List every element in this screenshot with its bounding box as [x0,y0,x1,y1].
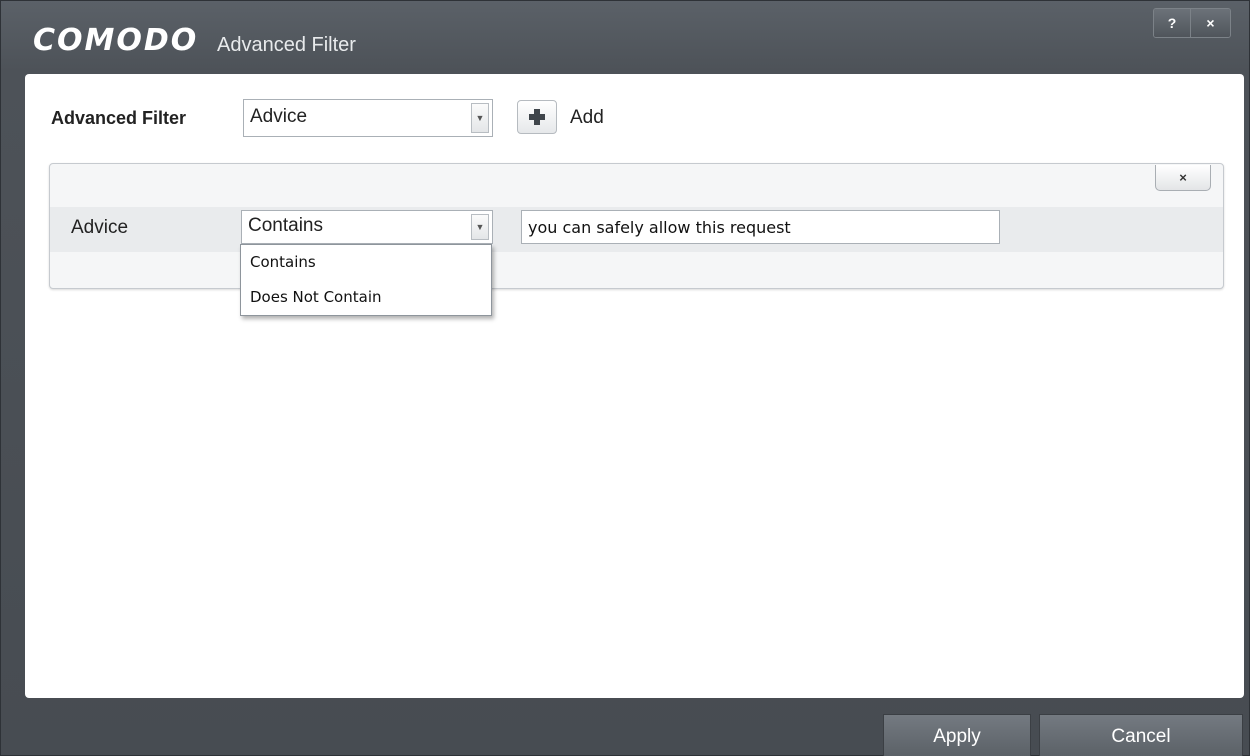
close-window-button[interactable]: × [1190,9,1230,37]
filter-field-value: Advice [250,106,308,127]
add-label[interactable]: Add [570,107,604,129]
chevron-down-icon[interactable]: ▼ [471,103,489,133]
filter-field-select[interactable]: Advice ▼ [243,99,493,137]
plus-icon [529,109,545,125]
cancel-button[interactable]: Cancel [1039,714,1243,756]
operator-select[interactable]: Contains ▼ [241,210,493,244]
advanced-filter-label: Advanced Filter [51,108,187,128]
condition-field-label: Advice [71,217,129,238]
window-title: Advanced Filter [217,34,356,56]
operator-value: Contains [248,215,323,236]
add-filter-button[interactable] [517,100,557,134]
close-icon: × [1206,15,1215,31]
filter-panel: Advanced Filter Advice ▼ Add × Advice Co… [25,74,1244,698]
remove-condition-button[interactable]: × [1155,165,1211,191]
close-icon: × [1179,170,1187,185]
filter-condition-row: × Advice Contains ▼ you can safely allow… [49,163,1224,289]
title-bar: COMODO Advanced Filter ? × [1,1,1249,73]
advanced-filter-window: COMODO Advanced Filter ? × Advanced Filt… [0,0,1250,756]
chevron-down-icon[interactable]: ▼ [471,214,489,240]
condition-value-input[interactable]: you can safely allow this request [521,210,1000,244]
apply-button[interactable]: Apply [883,714,1031,756]
help-button[interactable]: ? [1154,9,1190,37]
operator-dropdown-list: Contains Does Not Contain [240,244,492,316]
window-controls: ? × [1153,8,1231,38]
comodo-logo: COMODO [33,23,199,58]
operator-option-does-not-contain[interactable]: Does Not Contain [241,280,491,315]
operator-option-contains[interactable]: Contains [241,245,491,280]
help-icon: ? [1167,15,1177,31]
